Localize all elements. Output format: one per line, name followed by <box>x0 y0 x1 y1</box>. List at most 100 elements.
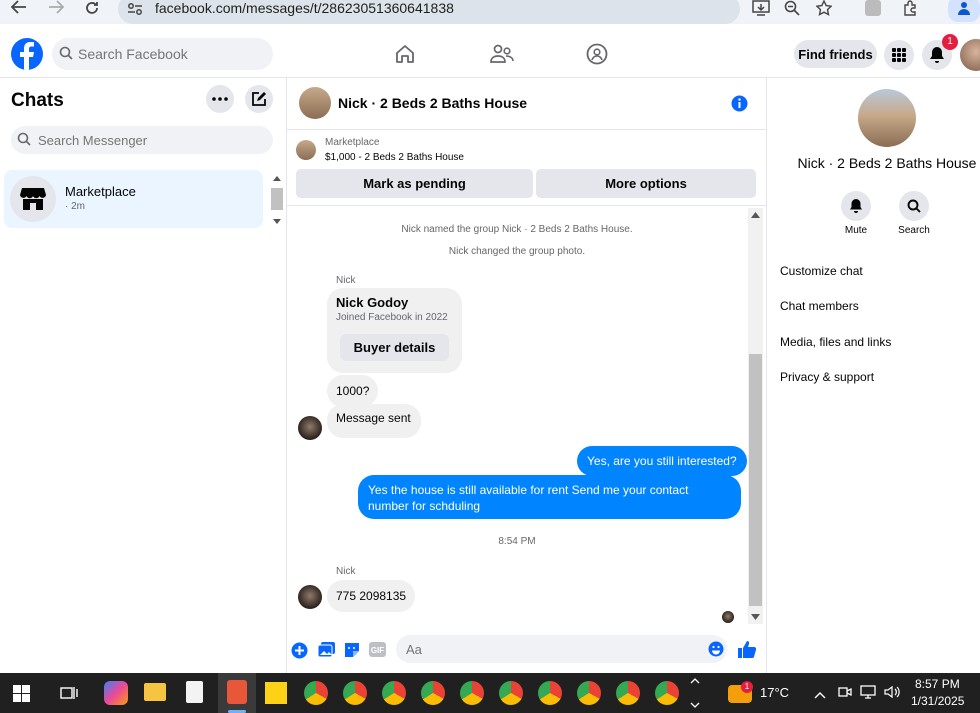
bookmark-star-icon[interactable] <box>814 0 834 18</box>
buyer-name: Nick Godoy <box>336 295 409 310</box>
message-bubble-outgoing: Yes, are you still interested? <box>577 446 747 476</box>
browser-profile-icon[interactable] <box>948 0 980 22</box>
privacy-support-link[interactable]: Privacy & support <box>780 370 874 384</box>
photo-icon[interactable] <box>317 642 336 660</box>
listing-thumbnail[interactable] <box>296 140 316 160</box>
message-input[interactable] <box>406 635 696 663</box>
buyer-joined: Joined Facebook in 2022 <box>336 312 448 323</box>
weather-temperature[interactable]: 17°C <box>760 685 789 700</box>
volume-icon[interactable] <box>884 685 900 704</box>
sticker-icon[interactable] <box>344 642 362 660</box>
gif-icon[interactable]: GIF <box>369 642 387 660</box>
info-icon[interactable] <box>731 95 748 117</box>
menu-grid-button[interactable] <box>884 40 914 70</box>
mute-action[interactable]: Mute <box>839 191 873 236</box>
more-options-button[interactable]: More options <box>536 169 756 198</box>
chrome-icon[interactable] <box>421 681 445 705</box>
chat-item-marketplace[interactable]: Marketplace · 2m <box>4 170 263 228</box>
chrome-icon[interactable] <box>577 681 601 705</box>
group-photo[interactable] <box>858 89 916 147</box>
chrome-icon[interactable] <box>499 681 523 705</box>
scroll-up-icon[interactable] <box>751 212 760 218</box>
reload-icon[interactable] <box>82 0 102 18</box>
message-composer: GIF <box>287 631 766 673</box>
sender-avatar[interactable] <box>298 416 322 440</box>
plus-icon[interactable] <box>291 642 309 660</box>
copilot-icon[interactable] <box>104 681 128 705</box>
home-icon[interactable] <box>394 43 418 67</box>
chrome-icon[interactable] <box>655 681 679 705</box>
chrome-icon[interactable] <box>460 681 484 705</box>
chrome-icon[interactable] <box>343 681 367 705</box>
groups-icon[interactable] <box>586 43 610 67</box>
mark-as-pending-button[interactable]: Mark as pending <box>296 169 533 198</box>
like-thumb-icon[interactable] <box>738 640 757 658</box>
media-files-links-link[interactable]: Media, files and links <box>780 335 891 349</box>
friends-icon[interactable] <box>490 43 514 67</box>
account-avatar[interactable] <box>960 39 980 71</box>
buyer-details-button[interactable]: Buyer details <box>340 334 449 361</box>
clock-date[interactable]: 1/31/2025 <box>911 694 964 708</box>
buyer-card: Nick Godoy Joined Facebook in 2022 Buyer… <box>327 288 462 373</box>
messenger-search-input[interactable] <box>38 126 268 154</box>
meet-now-icon[interactable] <box>838 685 852 704</box>
sender-avatar[interactable] <box>298 585 322 609</box>
site-settings-icon[interactable] <box>127 2 143 21</box>
windows-start-icon[interactable] <box>13 685 30 707</box>
search-in-chat-button[interactable] <box>899 191 929 221</box>
active-app-highlight <box>218 673 256 713</box>
chats-panel: Chats Marketplace · 2m <box>0 78 287 673</box>
zoom-icon[interactable] <box>782 0 802 18</box>
chrome-icon[interactable] <box>616 681 640 705</box>
forward-icon[interactable] <box>46 0 66 18</box>
back-icon[interactable] <box>9 0 29 18</box>
find-friends-button[interactable]: Find friends <box>794 40 877 68</box>
task-view-icon[interactable] <box>60 685 78 706</box>
chevron-up-icon[interactable] <box>814 686 826 704</box>
notepad-icon[interactable] <box>186 681 203 703</box>
chats-options-button[interactable] <box>206 85 234 113</box>
snipping-tool-icon[interactable] <box>227 680 247 704</box>
conversation-title[interactable]: Nick · 2 Beds 2 Baths House <box>338 95 527 111</box>
new-message-button[interactable] <box>245 85 273 113</box>
facebook-logo-icon[interactable] <box>11 38 43 70</box>
chat-avatar <box>10 176 56 222</box>
chrome-icon[interactable] <box>304 681 328 705</box>
chrome-icon[interactable] <box>538 681 562 705</box>
facebook-search[interactable] <box>52 38 273 70</box>
install-app-icon[interactable] <box>751 0 771 18</box>
message-input-wrapper[interactable] <box>396 635 727 663</box>
extensions-puzzle-icon[interactable] <box>900 0 920 18</box>
seen-receipt-avatar <box>722 611 734 623</box>
emoji-icon[interactable] <box>708 641 724 657</box>
scrollbar-thumb[interactable] <box>749 354 762 606</box>
chat-members-link[interactable]: Chat members <box>780 299 859 313</box>
clock-time[interactable]: 8:57 PM <box>915 677 960 691</box>
group-avatar[interactable] <box>299 87 331 119</box>
chrome-icon[interactable] <box>382 681 406 705</box>
scroll-down-icon[interactable] <box>751 614 760 620</box>
chat-time: · 2m <box>65 201 85 212</box>
url-text: facebook.com/messages/t/2862305136064183… <box>155 0 454 16</box>
chats-scrollbar[interactable] <box>270 172 284 228</box>
system-message: Nick changed the group photo. <box>448 246 586 257</box>
messenger-search[interactable] <box>11 126 273 154</box>
grid-icon <box>892 48 906 62</box>
conversation-scrollbar[interactable] <box>748 208 763 624</box>
weather-badge: 1 <box>741 681 753 693</box>
windows-taskbar: 1 17°C 8:57 PM 1/31/2025 <box>0 673 980 713</box>
extension-avatar-icon[interactable] <box>865 0 881 16</box>
message-bubble-incoming: Message sent <box>327 404 421 438</box>
facebook-search-input[interactable] <box>78 38 268 70</box>
customize-chat-link[interactable]: Customize chat <box>780 264 863 278</box>
system-message: Nick named the group Nick · 2 Beds 2 Bat… <box>401 224 633 235</box>
listing-title[interactable]: $1,000 - 2 Beds 2 Baths House <box>325 152 464 163</box>
mute-button[interactable] <box>841 191 871 221</box>
file-explorer-icon[interactable] <box>144 683 166 701</box>
search-action[interactable]: Search <box>897 191 931 236</box>
network-icon[interactable] <box>860 685 876 704</box>
marketplace-listing-bar: Marketplace $1,000 - 2 Beds 2 Baths Hous… <box>287 130 766 206</box>
sticky-notes-icon[interactable] <box>265 682 287 704</box>
message-bubble-incoming: 775 2098135 <box>327 580 416 612</box>
taskbar-overflow-icon[interactable] <box>690 677 700 713</box>
